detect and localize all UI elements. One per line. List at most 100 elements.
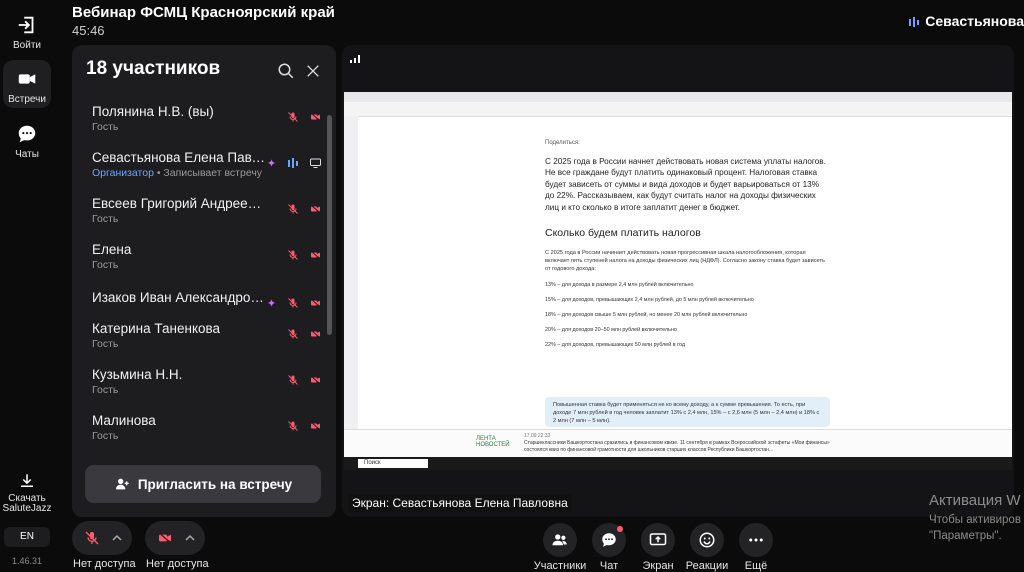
camera-off-icon	[310, 297, 321, 308]
meeting-title: Вебинар ФСМЦ Красноярский край	[72, 4, 335, 21]
article-note: Повышенная ставка будет применяться не к…	[545, 397, 830, 427]
activation-watermark-title: Активация W	[929, 492, 1021, 509]
mic-off-icon	[287, 328, 298, 339]
chevron-up-icon[interactable]	[112, 534, 122, 542]
meeting-timer: 45:46	[72, 23, 105, 38]
participant-recording-status: • Записывает встречу	[153, 167, 263, 179]
mic-off-icon	[287, 374, 298, 385]
article-list-item: 15% – для доходов, превышающих 2,4 млн р…	[545, 297, 754, 304]
invite-label: Пригласить на встречу	[137, 476, 293, 492]
taskbar-search: Поиск	[358, 459, 428, 468]
rail-login[interactable]: Войти	[0, 14, 54, 51]
participant-row[interactable]: Изаков Иван Александрович ✦	[92, 290, 322, 310]
screen-share-icon	[649, 533, 667, 546]
invite-button[interactable]: Пригласить на встречу	[85, 465, 321, 503]
camera-icon	[18, 74, 36, 84]
participant-role-organizer: Организатор	[92, 167, 154, 179]
login-icon	[18, 16, 34, 34]
language-switch[interactable]: EN	[4, 527, 50, 547]
rail-download-label: Скачать SaluteJazz	[2, 493, 52, 514]
more-button[interactable]: Ещё	[726, 523, 786, 572]
shared-screen: Поделиться: С 2025 года в России начнет …	[342, 45, 1014, 517]
article-paragraph: С 2025 года в России начинает действоват…	[545, 250, 825, 273]
mic-status-label: Нет доступа	[73, 558, 136, 570]
article-list-item: 18% – для доходов свыше 5 млн рублей, но…	[545, 312, 748, 319]
participant-name: Изаков Иван Александрович	[92, 290, 267, 305]
add-user-icon	[115, 478, 129, 490]
article-list-item: 13% – для дохода в размере 2,4 млн рубле…	[545, 282, 694, 289]
chat-icon	[602, 533, 616, 547]
participant-name: Севастьянова Елена Павловна	[92, 150, 267, 165]
participant-row[interactable]: Малинова Гость	[92, 413, 322, 442]
participant-name: Евсеев Григорий Андреевич	[92, 196, 267, 211]
participant-name: Кузьмина Н.Н.	[92, 367, 183, 382]
participant-name: Катерина Таненкова	[92, 321, 221, 336]
rail-download[interactable]: Скачать SaluteJazz	[0, 472, 54, 514]
article-share-label: Поделиться:	[545, 140, 580, 146]
active-speaker-name: Севастьянова	[925, 13, 1024, 29]
participant-row[interactable]: Евсеев Григорий Андреевич Гость	[92, 196, 322, 225]
browser-tabs	[344, 92, 1012, 102]
camera-off-icon	[310, 420, 321, 431]
more-button-label: Ещё	[744, 560, 768, 572]
article-heading: Сколько будем платить налогов	[545, 227, 701, 240]
participants-icon	[552, 534, 567, 546]
news-ticker: ЛЕНТА НОВОСТЕЙ 17.09 22:33 Старшеклассни…	[344, 429, 1012, 458]
activation-watermark-line1: Чтобы активиров	[929, 514, 1021, 526]
screen-capture: Поделиться: С 2025 года в России начнет …	[344, 92, 1012, 470]
app-version: 1.46.31	[12, 556, 43, 566]
audio-level-icon	[909, 17, 920, 28]
mic-off-icon	[287, 420, 298, 431]
unread-badge	[617, 526, 623, 532]
camera-off-icon	[310, 328, 321, 339]
search-icon[interactable]	[277, 62, 295, 80]
participant-row[interactable]: Севастьянова Елена Павловна Организатор …	[92, 150, 322, 179]
mic-off-icon	[287, 249, 298, 260]
more-icon	[749, 538, 763, 542]
mic-off-icon	[287, 203, 298, 214]
news-date: 17.09 22:33	[524, 433, 551, 439]
mic-control[interactable]	[72, 521, 132, 555]
mic-off-icon	[287, 297, 298, 308]
rail-chats-label: Чаты	[15, 149, 39, 160]
camera-control[interactable]	[145, 521, 205, 555]
chat-icon	[18, 125, 36, 143]
mic-off-icon	[287, 111, 298, 122]
rail-chats[interactable]: Чаты	[0, 123, 54, 160]
camera-off-icon	[310, 249, 321, 260]
participant-name: Малинова	[92, 413, 156, 428]
participant-row[interactable]: Катерина Таненкова Гость	[92, 321, 322, 350]
news-brand: ЛЕНТА НОВОСТЕЙ	[476, 436, 510, 448]
rail-login-label: Войти	[13, 40, 41, 51]
camera-off-icon	[310, 111, 321, 122]
camera-off-icon	[310, 203, 321, 214]
close-icon[interactable]	[305, 63, 321, 79]
participant-row[interactable]: Елена Гость	[92, 242, 322, 271]
os-taskbar: Поиск	[344, 457, 1012, 470]
article-list-item: 22% – для доходов, превышающих 50 млн ру…	[545, 342, 685, 349]
participant-name: Полянина Н.В. (вы)	[92, 104, 214, 119]
browser-sidebar	[344, 116, 358, 429]
rail-meetings-label: Встречи	[8, 94, 46, 105]
chevron-up-icon[interactable]	[185, 534, 195, 542]
participant-name: Елена	[92, 242, 132, 257]
participant-row[interactable]: Кузьмина Н.Н. Гость	[92, 367, 322, 396]
reactions-icon	[699, 532, 715, 548]
participant-row[interactable]: Полянина Н.В. (вы) Гость	[92, 104, 322, 133]
article-lead: С 2025 года в России начнет действовать …	[545, 157, 826, 212]
article: Поделиться: С 2025 года в России начнет …	[545, 140, 830, 348]
download-icon	[21, 474, 33, 487]
signal-icon	[350, 55, 360, 63]
browser-address-bar	[344, 102, 1012, 117]
active-speaker: Севастьянова	[908, 13, 1024, 29]
organizer-sparkle-icon: ✦	[266, 158, 277, 170]
camera-off-icon	[157, 531, 173, 545]
participants-scrollbar[interactable]	[327, 115, 332, 335]
activation-watermark-line2: "Параметры".	[929, 530, 1002, 542]
camera-status-label: Нет доступа	[146, 558, 209, 570]
speaking-icon	[287, 157, 298, 168]
screen-sharing-icon	[310, 158, 321, 168]
camera-off-icon	[310, 374, 321, 385]
participants-title: 18 участников	[86, 58, 221, 79]
rail-meetings[interactable]: Встречи	[3, 60, 51, 108]
